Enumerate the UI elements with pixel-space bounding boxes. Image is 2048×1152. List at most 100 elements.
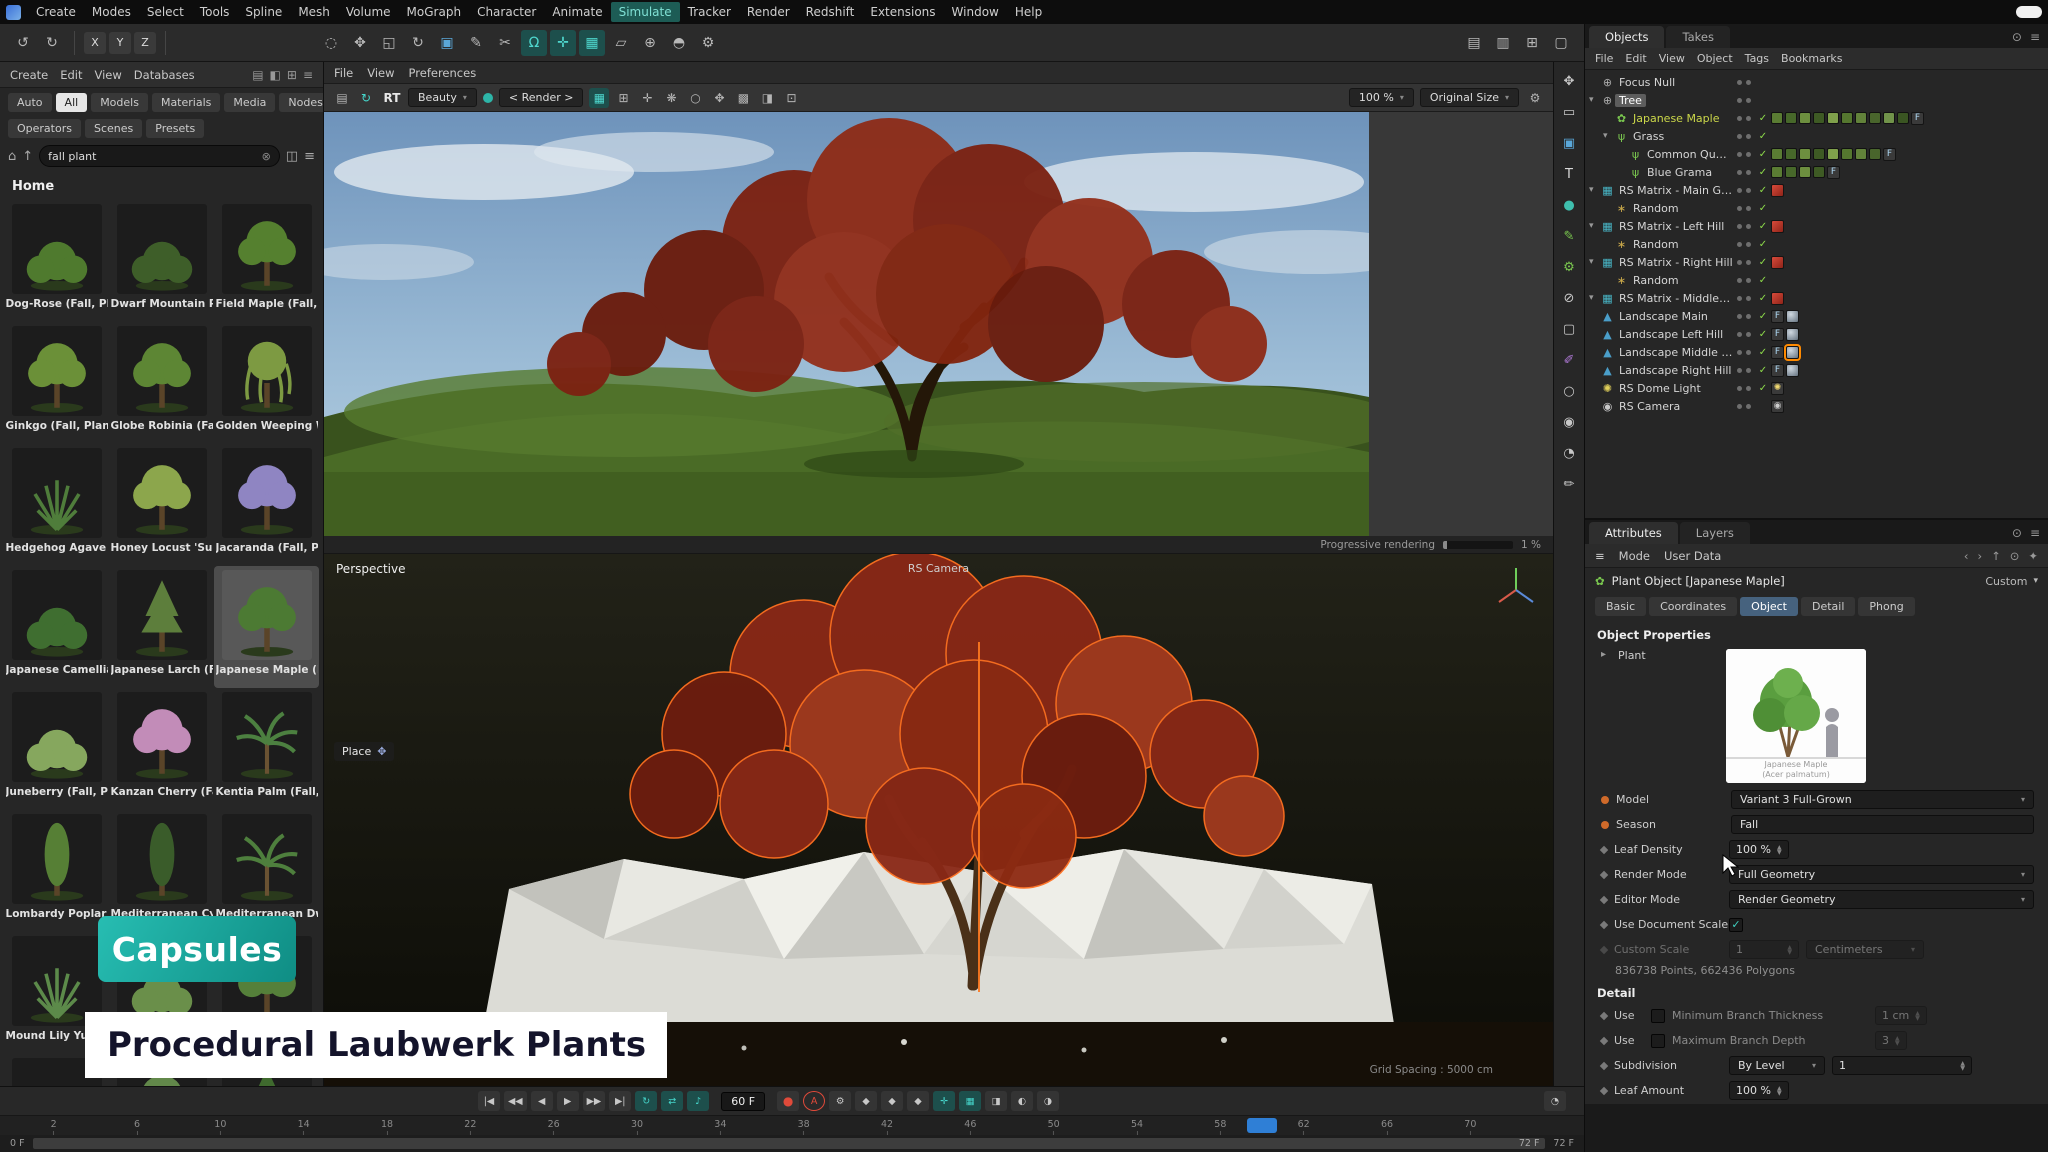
fracture-tag-icon[interactable]: F (1883, 148, 1896, 161)
view-label[interactable]: Perspective (336, 562, 406, 576)
redshift-object-tag-icon[interactable]: ■ (1771, 220, 1784, 233)
section-tab-detail[interactable]: Detail (1801, 597, 1855, 616)
undo-icon[interactable]: ↺ (10, 30, 36, 56)
param-dot-icon[interactable] (1600, 1086, 1608, 1094)
material-swatch[interactable] (1855, 148, 1867, 160)
time-icon[interactable]: ◔ (1558, 442, 1580, 464)
asset-item-kentia-palm-fall-plant[interactable]: Kentia Palm (Fall, Plant) (214, 688, 319, 810)
asset-item-japanese-maple-fall[interactable]: Japanese Maple (Fall, ... (214, 566, 319, 688)
restart-render-icon[interactable]: ↻ (356, 88, 376, 108)
enabled-check-icon[interactable]: ✓ (1755, 329, 1771, 340)
editor-visibility-dot[interactable] (1737, 314, 1742, 319)
enabled-check-icon[interactable]: ✓ (1755, 239, 1771, 250)
sound-button[interactable]: ♪ (687, 1091, 709, 1111)
ping-pong-button[interactable]: ⇄ (661, 1091, 683, 1111)
om-tab-objects[interactable]: Objects (1589, 26, 1664, 48)
record-param-button[interactable]: ✛ (933, 1091, 955, 1111)
panel-menu-icon[interactable]: ≡ (2030, 30, 2040, 44)
editor-visibility-dot[interactable] (1737, 368, 1742, 373)
sphere-tool-icon[interactable]: ● (1558, 194, 1580, 216)
light-tag-icon[interactable]: ✺ (1771, 382, 1784, 395)
interface-toggle-icon[interactable] (2016, 6, 2042, 18)
object-row[interactable]: ▾▦RS Matrix - Main Ground✓■ (1585, 181, 2048, 199)
category-presets[interactable]: Presets (146, 119, 204, 138)
asset-item-mediterranean-cypres[interactable]: Mediterranean Cypres... (109, 810, 214, 932)
render-menu-preferences[interactable]: Preferences (409, 66, 477, 80)
play-button[interactable]: ▶ (557, 1091, 579, 1111)
menu-extensions[interactable]: Extensions (862, 2, 943, 22)
range-track[interactable]: 72 F (33, 1138, 1546, 1149)
hamburger-icon[interactable]: ≡ (1595, 549, 1605, 563)
material-swatch[interactable] (1869, 148, 1881, 160)
preview-a-button[interactable]: ◐ (1011, 1091, 1033, 1111)
record-scale-button[interactable]: ◆ (881, 1091, 903, 1111)
subdivision-field[interactable]: 1 ▲▼ (1832, 1056, 1972, 1075)
menu-create[interactable]: Create (28, 2, 84, 22)
filter-media[interactable]: Media (224, 93, 275, 112)
asset-item-hedgehog-agave-fall[interactable]: Hedgehog Agave (Fall... (4, 444, 109, 566)
asset-item-dwarf-mountain-pine[interactable]: Dwarf Mountain Pine (... (109, 200, 214, 322)
object-row[interactable]: ▾⊕Tree (1585, 91, 2048, 109)
menu-volume[interactable]: Volume (338, 2, 399, 22)
render-visibility-dot[interactable] (1746, 224, 1751, 229)
material-swatch[interactable] (1799, 148, 1811, 160)
material-swatch[interactable] (1897, 112, 1909, 124)
material-swatch[interactable] (1813, 148, 1825, 160)
rt-button[interactable]: RT (382, 88, 402, 108)
material-swatch[interactable] (1841, 148, 1853, 160)
material-swatch[interactable] (1883, 112, 1895, 124)
record-button[interactable]: ● (777, 1091, 799, 1111)
asset-item-dog-rose-fall-plant[interactable]: Dog-Rose (Fall, Plant) (4, 200, 109, 322)
transfer-tool-icon[interactable]: ✥ (1558, 70, 1580, 92)
enabled-check-icon[interactable]: ✓ (1755, 293, 1771, 304)
section-tab-phong[interactable]: Phong (1858, 597, 1914, 616)
user-data-menu[interactable]: User Data (1664, 549, 1721, 563)
render-visibility-dot[interactable] (1746, 242, 1751, 247)
search-icon[interactable]: ⊙ (2010, 549, 2020, 563)
material-swatch[interactable] (1799, 166, 1811, 178)
at-tab-layers[interactable]: Layers (1680, 522, 1750, 544)
axis-lock-x-button[interactable]: X (84, 32, 106, 54)
pencil-icon[interactable]: ✏ (1558, 473, 1580, 495)
up-icon[interactable]: ↑ (22, 149, 33, 164)
frame-icon[interactable]: ▢ (1558, 318, 1580, 340)
enabled-check-icon[interactable]: ✓ (1755, 257, 1771, 268)
ab-menu-create[interactable]: Create (10, 68, 48, 82)
object-row[interactable]: ◉RS Camera◉ (1585, 397, 2048, 415)
filter-models[interactable]: Models (91, 93, 148, 112)
solo-button[interactable]: ◨ (985, 1091, 1007, 1111)
generator-icon[interactable]: ⚙ (1558, 256, 1580, 278)
editor-visibility-dot[interactable] (1737, 332, 1742, 337)
size-dropdown[interactable]: Original Size▾ (1420, 88, 1519, 107)
render-visibility-dot[interactable] (1746, 314, 1751, 319)
material-swatch[interactable] (1785, 166, 1797, 178)
autokey-button[interactable]: A (803, 1091, 825, 1111)
current-frame-marker[interactable] (1247, 1118, 1277, 1133)
enabled-check-icon[interactable]: ✓ (1755, 131, 1771, 142)
asset-item-jacaranda-fall-plant[interactable]: Jacaranda (Fall, Plant) (214, 444, 319, 566)
object-row[interactable]: ▾▦RS Matrix - Middle Hill✓■ (1585, 289, 2048, 307)
fracture-tag-icon[interactable]: F (1771, 364, 1784, 377)
asset-item-lombardy-poplar-fall[interactable]: Lombardy Poplar (Fall... (4, 810, 109, 932)
layout-gpu-icon[interactable]: ▤ (1461, 30, 1487, 56)
menu-animate[interactable]: Animate (544, 2, 610, 22)
editor-visibility-dot[interactable] (1737, 152, 1742, 157)
layout-monitor-icon[interactable]: ▥ (1490, 30, 1516, 56)
asset-item-field-maple-fall-plant[interactable]: Field Maple (Fall, Plant) (214, 200, 319, 322)
camera-tool-icon[interactable]: ◉ (1558, 411, 1580, 433)
use-document-scale-checkbox[interactable]: ✓ (1729, 918, 1743, 932)
workplane-icon[interactable]: ▱ (608, 30, 634, 56)
enabled-check-icon[interactable]: ✓ (1755, 383, 1771, 394)
render-visibility-dot[interactable] (1746, 98, 1751, 103)
redshift-object-tag-icon[interactable]: ■ (1771, 292, 1784, 305)
record-position-button[interactable]: ◆ (855, 1091, 877, 1111)
asset-item-ginkgo-fall-plant[interactable]: Ginkgo (Fall, Plant) (4, 322, 109, 444)
phong-tag-icon[interactable] (1786, 328, 1799, 341)
render-visibility-dot[interactable] (1746, 206, 1751, 211)
custom-preset-dropdown[interactable]: Custom (1985, 575, 2027, 588)
material-swatch[interactable] (1785, 148, 1797, 160)
asset-item-globe-robinia-fall-pl[interactable]: Globe Robinia (Fall, Pl... (109, 322, 214, 444)
object-row[interactable]: ∗Random✓ (1585, 199, 2048, 217)
ab-menu-view[interactable]: View (95, 68, 122, 82)
editor-visibility-dot[interactable] (1737, 116, 1742, 121)
